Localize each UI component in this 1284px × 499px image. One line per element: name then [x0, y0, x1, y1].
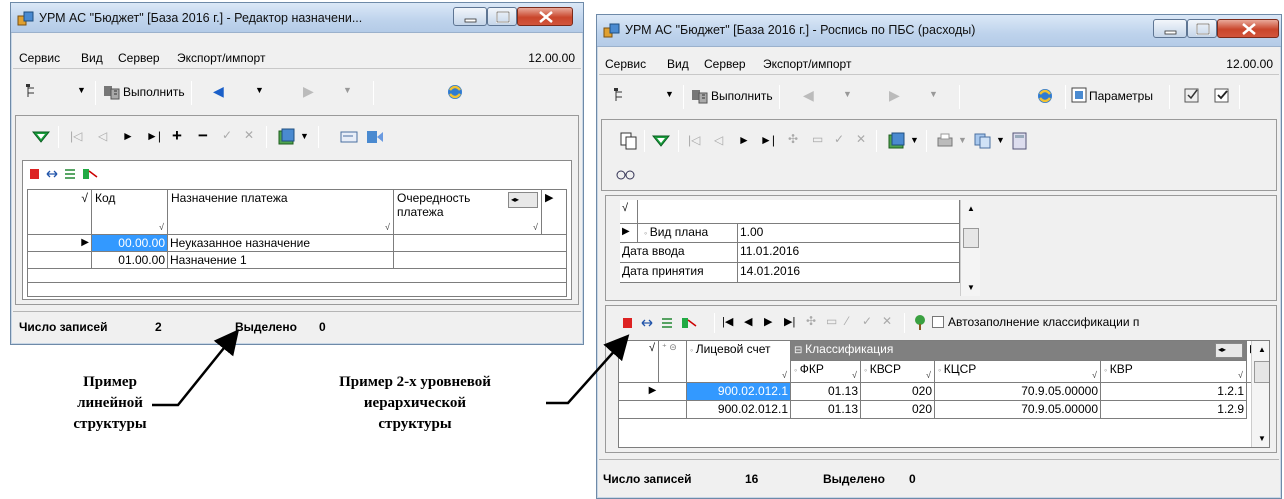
arrow-annotations: [152, 329, 630, 407]
arrow-hierarchical: [546, 334, 630, 405]
arrow-linear: [152, 329, 240, 407]
